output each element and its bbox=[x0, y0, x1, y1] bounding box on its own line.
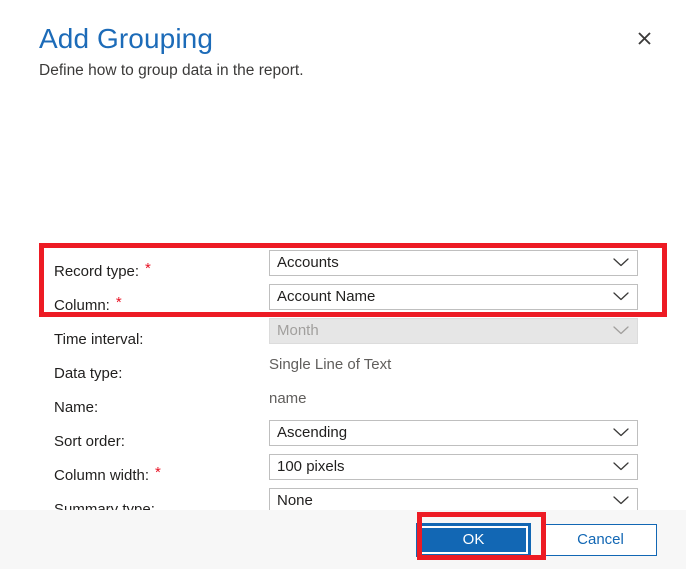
required-marker: * bbox=[155, 464, 161, 481]
field-name-label-text: Name: bbox=[54, 399, 99, 416]
data-type-label: Data type: bbox=[54, 352, 269, 382]
cancel-button[interactable]: Cancel bbox=[544, 523, 657, 556]
data-type-label-text: Data type: bbox=[54, 365, 123, 382]
chevron-down-icon bbox=[613, 289, 629, 306]
time-interval-control: Month bbox=[269, 318, 642, 344]
record-type-dropdown[interactable]: Accounts bbox=[269, 250, 638, 276]
close-button[interactable] bbox=[628, 22, 660, 54]
data-type-value: Single Line of Text bbox=[269, 356, 392, 373]
chevron-down-icon bbox=[613, 459, 629, 476]
form-row-sort-order: Sort order: Ascending bbox=[54, 420, 642, 454]
time-interval-label-text: Time interval: bbox=[54, 331, 144, 348]
column-dropdown[interactable]: Account Name bbox=[269, 284, 638, 310]
sort-order-value: Ascending bbox=[277, 424, 348, 441]
sort-order-dropdown[interactable]: Ascending bbox=[269, 420, 638, 446]
column-width-label-text: Column width: bbox=[54, 467, 150, 484]
form-row-data-type: Data type: Single Line of Text bbox=[54, 352, 642, 386]
record-type-value: Accounts bbox=[277, 254, 339, 271]
form-row-field-name: Name: name bbox=[54, 386, 642, 420]
page-title: Add Grouping bbox=[39, 23, 213, 54]
sort-order-label-text: Sort order: bbox=[54, 433, 125, 450]
time-interval-dropdown: Month bbox=[269, 318, 638, 344]
dialog-body: Record type: * Accounts Column: * Account Nam… bbox=[0, 82, 686, 518]
form-row-column: Column: * Account Name bbox=[54, 284, 642, 318]
required-marker: * bbox=[115, 294, 122, 311]
data-type-control: Single Line of Text bbox=[269, 352, 642, 378]
sort-order-control: Ascending bbox=[269, 420, 642, 446]
sort-order-label: Sort order: bbox=[54, 420, 269, 450]
chevron-down-icon bbox=[613, 323, 629, 340]
column-label: Column: * bbox=[54, 284, 269, 314]
column-control: Account Name bbox=[269, 284, 642, 310]
column-value: Account Name bbox=[277, 288, 376, 305]
record-type-label-text: Record type: bbox=[54, 263, 140, 280]
form-row-column-width: Column width: * 100 pixels bbox=[54, 454, 642, 488]
summary-type-value: None bbox=[277, 492, 313, 509]
time-interval-label: Time interval: bbox=[54, 318, 269, 348]
dialog-header: Add Grouping Define how to group data in… bbox=[0, 0, 686, 82]
record-type-control: Accounts bbox=[269, 250, 642, 276]
dialog-subtitle: Define how to group data in the report. bbox=[39, 62, 304, 79]
chevron-down-icon bbox=[613, 255, 629, 272]
column-label-text: Column: bbox=[54, 297, 110, 314]
grouping-form: Record type: * Accounts Column: * Account Nam… bbox=[54, 250, 642, 522]
column-width-label: Column width: * bbox=[54, 454, 269, 484]
record-type-label: Record type: * bbox=[54, 250, 269, 280]
column-width-control: 100 pixels bbox=[269, 454, 642, 480]
field-name-value: name bbox=[269, 390, 307, 407]
dialog-footer: OK Cancel bbox=[0, 510, 686, 569]
chevron-down-icon bbox=[613, 425, 629, 442]
form-row-time-interval: Time interval: Month bbox=[54, 318, 642, 352]
field-name-control: name bbox=[269, 386, 642, 412]
chevron-down-icon bbox=[613, 493, 629, 510]
close-icon bbox=[637, 31, 651, 45]
add-grouping-dialog: Add Grouping Define how to group data in… bbox=[0, 0, 686, 569]
form-row-record-type: Record type: * Accounts bbox=[54, 250, 642, 284]
field-name-label: Name: bbox=[54, 386, 269, 416]
column-width-dropdown[interactable]: 100 pixels bbox=[269, 454, 638, 480]
time-interval-value: Month bbox=[277, 322, 319, 339]
column-width-value: 100 pixels bbox=[277, 458, 345, 475]
required-marker: * bbox=[145, 260, 151, 277]
ok-button[interactable]: OK bbox=[417, 523, 530, 556]
